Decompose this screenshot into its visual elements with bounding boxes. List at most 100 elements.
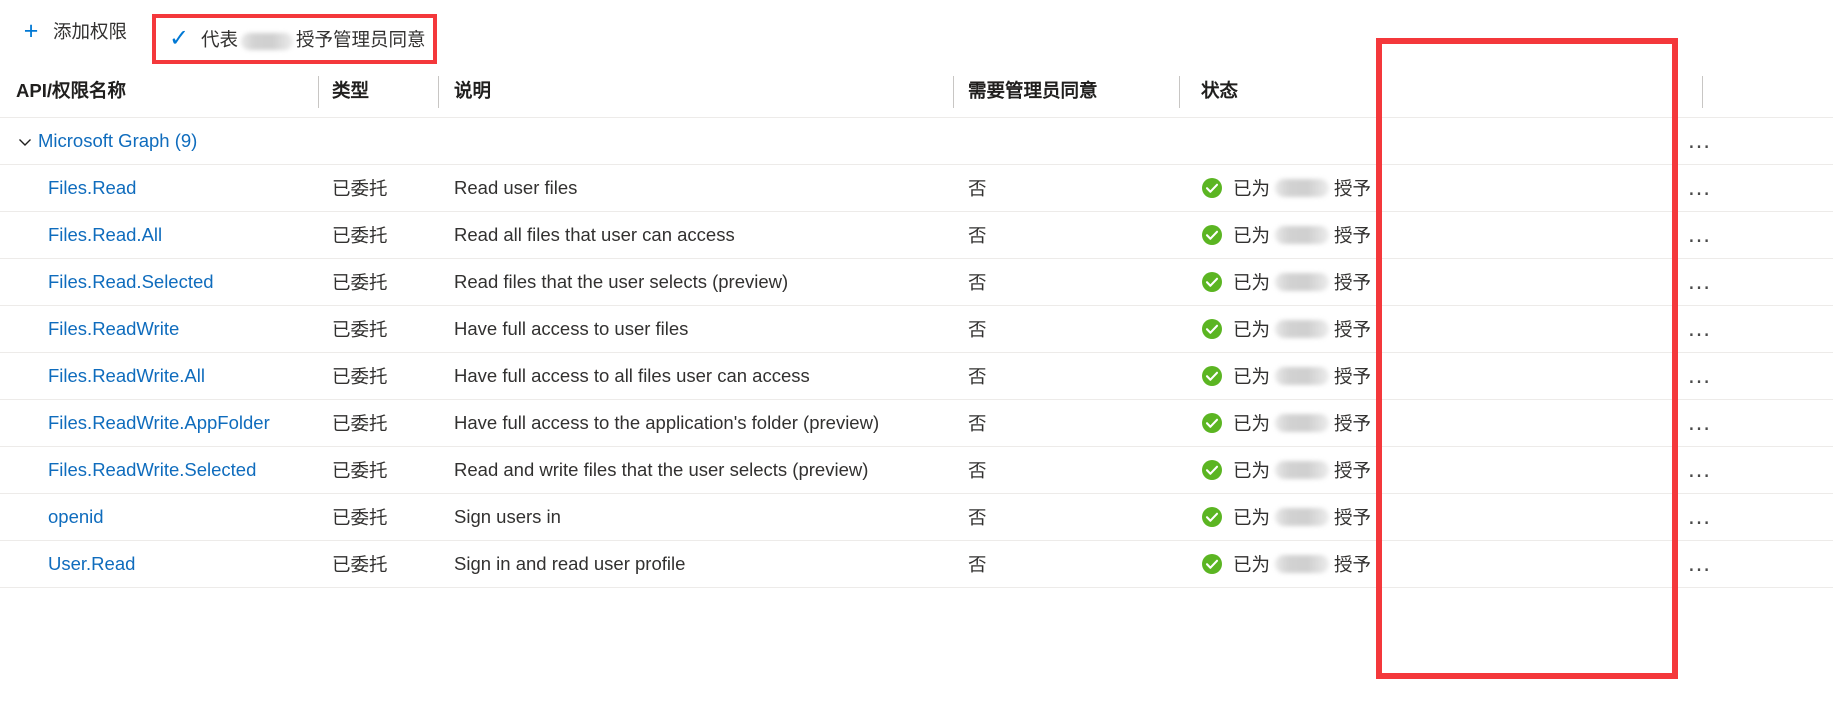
redacted-tenant-name <box>1275 508 1330 526</box>
permission-name-link[interactable]: Files.Read.Selected <box>0 271 318 293</box>
redacted-tenant-name <box>1275 461 1330 479</box>
success-check-icon <box>1201 177 1223 199</box>
permission-status-text: 已为 授予 <box>1233 504 1371 530</box>
table-row[interactable]: Files.Read.Selected 已委托 Read files that … <box>0 259 1833 306</box>
permission-name-link[interactable]: Files.Read <box>0 177 318 199</box>
success-check-icon <box>1201 412 1223 434</box>
redacted-tenant-name <box>1275 320 1330 338</box>
column-header-status: 状态 <box>1201 79 1239 101</box>
header-divider-consent <box>953 76 954 108</box>
permission-description: Have full access to all files user can a… <box>454 365 810 386</box>
permission-admin-consent: 否 <box>968 225 987 246</box>
more-actions-icon[interactable]: … <box>1687 503 1715 530</box>
table-row[interactable]: Files.ReadWrite 已委托 Have full access to … <box>0 306 1833 353</box>
more-actions-icon[interactable]: … <box>1687 315 1715 342</box>
api-group-row[interactable]: Microsoft Graph (9) … <box>0 118 1833 165</box>
status-prefix: 已为 <box>1233 366 1271 387</box>
table-row[interactable]: User.Read 已委托 Sign in and read user prof… <box>0 541 1833 588</box>
plus-icon: + <box>23 16 39 45</box>
status-prefix: 已为 <box>1233 272 1271 293</box>
redacted-tenant-name <box>1275 273 1330 291</box>
api-group-actions-cell[interactable]: … <box>1639 129 1833 153</box>
more-actions-icon[interactable]: … <box>1687 174 1715 201</box>
grant-admin-consent-button[interactable]: ✓ 代表 授予管理员同意 <box>156 19 436 59</box>
row-actions-cell[interactable]: … <box>1639 317 1833 341</box>
permission-admin-consent: 否 <box>968 178 987 199</box>
permission-description: Have full access to user files <box>454 318 689 339</box>
permission-name-link[interactable]: Files.ReadWrite.Selected <box>0 459 318 481</box>
status-suffix: 授予 <box>1334 554 1372 575</box>
permission-status: 已为 授予 <box>1179 222 1639 248</box>
header-divider-status <box>1179 76 1180 108</box>
header-divider-actions <box>1702 76 1703 108</box>
permission-status: 已为 授予 <box>1179 316 1639 342</box>
grant-consent-suffix: 授予管理员同意 <box>296 29 426 50</box>
table-row[interactable]: Files.ReadWrite.Selected 已委托 Read and wr… <box>0 447 1833 494</box>
add-permission-button[interactable]: + 添加权限 <box>4 11 137 51</box>
permission-name-link[interactable]: Files.ReadWrite <box>0 318 318 340</box>
table-row[interactable]: openid 已委托 Sign users in 否 已为 授予 … <box>0 494 1833 541</box>
status-prefix: 已为 <box>1233 178 1271 199</box>
permission-name-link[interactable]: openid <box>0 506 318 528</box>
table-row[interactable]: Files.Read 已委托 Read user files 否 已为 授予 … <box>0 165 1833 212</box>
permission-admin-consent: 否 <box>968 319 987 340</box>
permission-name-link[interactable]: Files.Read.All <box>0 224 318 246</box>
permission-status-text: 已为 授予 <box>1233 410 1371 436</box>
permission-name-link[interactable]: Files.ReadWrite.All <box>0 365 318 387</box>
success-check-icon <box>1201 271 1223 293</box>
permissions-table: API/权限名称 类型 说明 需要管理员同意 状态 Microsoft Grap… <box>0 62 1833 588</box>
permission-description: Read user files <box>454 177 578 198</box>
more-actions-icon[interactable]: … <box>1687 221 1715 248</box>
redacted-tenant-name <box>1275 179 1330 197</box>
permission-type: 已委托 <box>332 413 388 434</box>
api-group-toggle[interactable]: Microsoft Graph (9) <box>0 130 318 152</box>
table-row[interactable]: Files.ReadWrite.All 已委托 Have full access… <box>0 353 1833 400</box>
status-prefix: 已为 <box>1233 225 1271 246</box>
permission-status-text: 已为 授予 <box>1233 457 1371 483</box>
row-actions-cell[interactable]: … <box>1639 270 1833 294</box>
status-suffix: 授予 <box>1334 272 1372 293</box>
success-check-icon <box>1201 365 1223 387</box>
header-divider-desc <box>438 76 439 108</box>
permission-type: 已委托 <box>332 507 388 528</box>
permission-status-text: 已为 授予 <box>1233 551 1371 577</box>
row-actions-cell[interactable]: … <box>1639 552 1833 576</box>
status-suffix: 授予 <box>1334 178 1372 199</box>
permission-description: Sign in and read user profile <box>454 553 686 574</box>
success-check-icon <box>1201 459 1223 481</box>
more-actions-icon[interactable]: … <box>1687 550 1715 577</box>
more-actions-icon[interactable]: … <box>1687 362 1715 389</box>
column-header-name: API/权限名称 <box>16 79 126 101</box>
header-divider-type <box>318 76 319 108</box>
row-actions-cell[interactable]: … <box>1639 458 1833 482</box>
permission-name-link[interactable]: Files.ReadWrite.AppFolder <box>0 412 318 434</box>
row-actions-cell[interactable]: … <box>1639 223 1833 247</box>
row-actions-cell[interactable]: … <box>1639 176 1833 200</box>
permission-type: 已委托 <box>332 178 388 199</box>
more-actions-icon[interactable]: … <box>1687 409 1715 436</box>
redacted-tenant-name <box>1275 555 1330 573</box>
permission-status: 已为 授予 <box>1179 504 1639 530</box>
status-prefix: 已为 <box>1233 413 1271 434</box>
table-row[interactable]: Files.Read.All 已委托 Read all files that u… <box>0 212 1833 259</box>
more-actions-icon[interactable]: … <box>1687 268 1715 295</box>
permission-name-link[interactable]: User.Read <box>0 553 318 575</box>
grant-consent-highlight-box: ✓ 代表 授予管理员同意 <box>152 14 437 64</box>
permission-status-text: 已为 授予 <box>1233 316 1371 342</box>
permission-admin-consent: 否 <box>968 272 987 293</box>
permission-description: Read files that the user selects (previe… <box>454 271 789 292</box>
more-actions-icon[interactable]: … <box>1687 127 1715 154</box>
row-actions-cell[interactable]: … <box>1639 364 1833 388</box>
row-actions-cell[interactable]: … <box>1639 505 1833 529</box>
success-check-icon <box>1201 318 1223 340</box>
row-actions-cell[interactable]: … <box>1639 411 1833 435</box>
redacted-tenant-name <box>241 32 294 50</box>
status-suffix: 授予 <box>1334 225 1372 246</box>
table-row[interactable]: Files.ReadWrite.AppFolder 已委托 Have full … <box>0 400 1833 447</box>
status-prefix: 已为 <box>1233 554 1271 575</box>
permission-status: 已为 授予 <box>1179 410 1639 436</box>
status-prefix: 已为 <box>1233 460 1271 481</box>
status-prefix: 已为 <box>1233 507 1271 528</box>
permission-description: Have full access to the application's fo… <box>454 412 880 433</box>
more-actions-icon[interactable]: … <box>1687 456 1715 483</box>
